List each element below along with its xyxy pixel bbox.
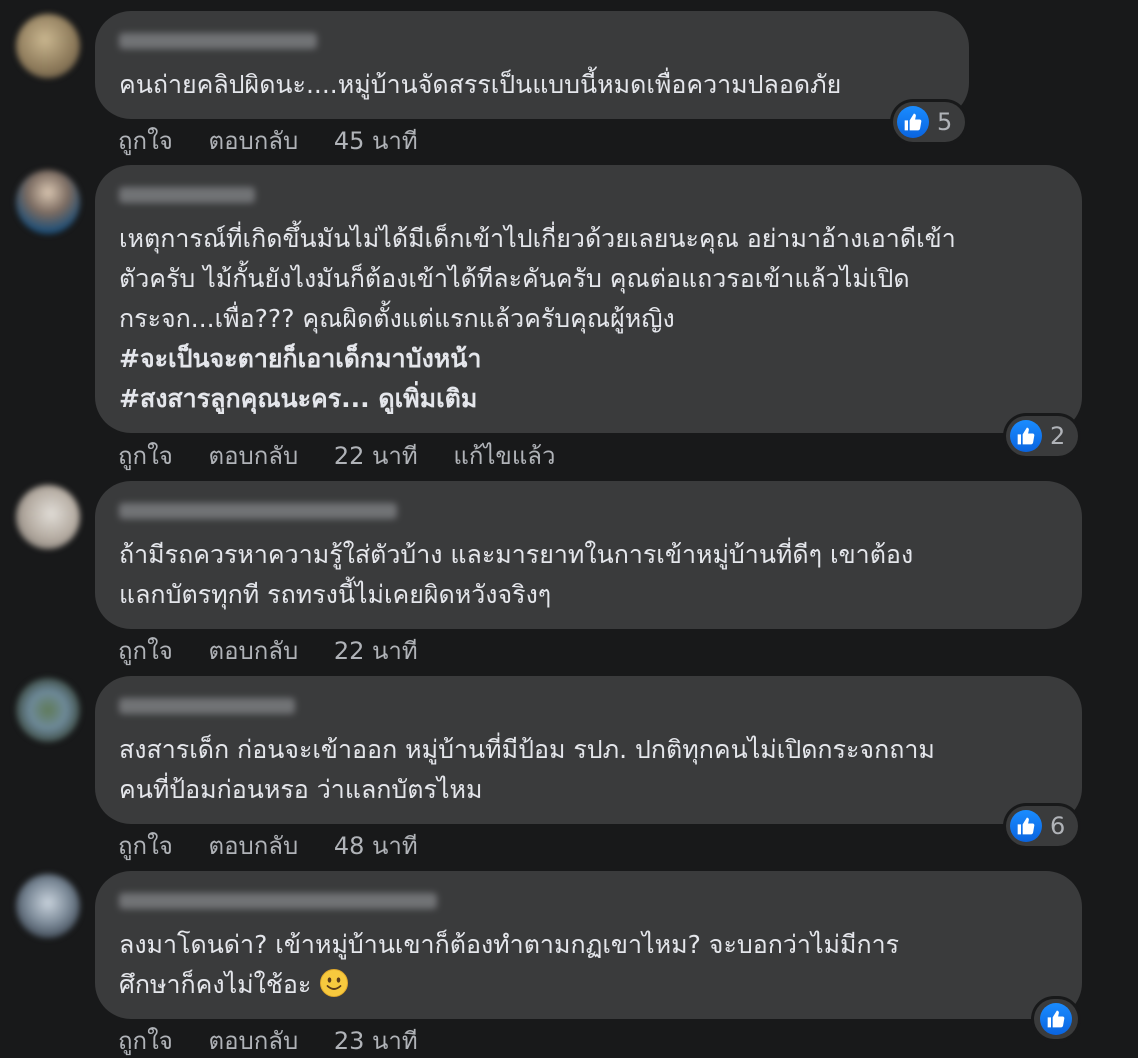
like-reaction-icon bbox=[1010, 420, 1042, 452]
like-button[interactable]: ถูกใจ bbox=[118, 832, 173, 860]
comment-bubble: ลงมาโดนด่า? เข้าหมู่บ้านเขาก็ต้องทำตามกฏ… bbox=[95, 871, 1082, 1019]
comment-text: คนถ่ายคลิปผิดนะ....หมู่บ้านจัดสรรเป็นแบบ… bbox=[119, 70, 842, 99]
comment-text: ตัวครับ ไม้กั้นยังไงมันก็ต้องเข้าได้ทีละ… bbox=[119, 264, 910, 293]
reply-button[interactable]: ตอบกลับ bbox=[208, 1027, 298, 1055]
comment-actions: ถูกใจ ตอบกลับ 48 นาที bbox=[118, 826, 446, 865]
reaction-summary[interactable]: 5 bbox=[893, 102, 965, 142]
edited-label[interactable]: แก้ไขแล้ว bbox=[453, 442, 555, 470]
comment-text: สงสารเด็ก ก่อนจะเข้าออก หมู่บ้านที่มีป้อ… bbox=[119, 735, 935, 764]
commenter-name[interactable] bbox=[119, 33, 317, 49]
hashtag-link[interactable]: #สงสารลูกคุณนะคร... bbox=[119, 384, 370, 413]
comment-text: ถ้ามีรถควรหาความรู้ใส่ตัวบ้าง และมารยาทใ… bbox=[119, 540, 914, 569]
comment-actions: ถูกใจ ตอบกลับ 23 นาที bbox=[118, 1021, 446, 1058]
timestamp[interactable]: 22 นาที bbox=[334, 442, 418, 470]
like-reaction-icon bbox=[1010, 810, 1042, 842]
reply-button[interactable]: ตอบกลับ bbox=[208, 127, 298, 155]
comment-actions: ถูกใจ ตอบกลับ 45 นาที bbox=[118, 121, 446, 160]
comment-bubble: ถ้ามีรถควรหาความรู้ใส่ตัวบ้าง และมารยาทใ… bbox=[95, 481, 1082, 629]
reaction-summary[interactable]: 6 bbox=[1006, 806, 1078, 846]
avatar[interactable] bbox=[16, 170, 80, 234]
comment-actions: ถูกใจ ตอบกลับ 22 นาที bbox=[118, 631, 446, 670]
avatar[interactable] bbox=[16, 874, 80, 938]
comment-feed: คนถ่ายคลิปผิดนะ....หมู่บ้านจัดสรรเป็นแบบ… bbox=[0, 0, 1138, 1058]
hashtag-link[interactable]: #จะเป็นจะตายก็เอาเด็กมาบังหน้า bbox=[119, 339, 1056, 379]
reaction-summary[interactable] bbox=[1034, 999, 1078, 1039]
reaction-count: 5 bbox=[937, 108, 953, 136]
comment-text: แลกบัตรทุกที รถทรงนี้ไม่เคยผิดหวังจริงๆ bbox=[119, 580, 552, 609]
comment-actions: ถูกใจ ตอบกลับ 22 นาที แก้ไขแล้ว bbox=[118, 436, 584, 475]
see-more-link[interactable]: ดูเพิ่มเติม bbox=[378, 384, 477, 413]
timestamp[interactable]: 22 นาที bbox=[334, 637, 418, 665]
like-button[interactable]: ถูกใจ bbox=[118, 1027, 173, 1055]
comment-text: เหตุการณ์ที่เกิดขึ้นมันไม่ได้มีเด็กเข้าไ… bbox=[119, 224, 956, 253]
timestamp[interactable]: 48 นาที bbox=[334, 832, 418, 860]
comment-bubble: คนถ่ายคลิปผิดนะ....หมู่บ้านจัดสรรเป็นแบบ… bbox=[95, 11, 969, 119]
reply-button[interactable]: ตอบกลับ bbox=[208, 637, 298, 665]
reply-button[interactable]: ตอบกลับ bbox=[208, 832, 298, 860]
comment-text: คนที่ป้อมก่อนหรอ ว่าแลกบัตรไหม bbox=[119, 775, 483, 804]
comment-text: ศึกษาก็คงไม่ใช้อะ bbox=[119, 965, 1056, 1005]
commenter-name[interactable] bbox=[119, 187, 255, 203]
commenter-name[interactable] bbox=[119, 503, 397, 519]
comment-bubble: สงสารเด็ก ก่อนจะเข้าออก หมู่บ้านที่มีป้อ… bbox=[95, 676, 1082, 824]
reaction-summary[interactable]: 2 bbox=[1006, 416, 1078, 456]
reply-button[interactable]: ตอบกลับ bbox=[208, 442, 298, 470]
timestamp[interactable]: 45 นาที bbox=[334, 127, 418, 155]
comment-text: กระจก...เพื่อ??? คุณผิดตั้งแต่แรกแล้วครั… bbox=[119, 304, 675, 333]
like-button[interactable]: ถูกใจ bbox=[118, 127, 173, 155]
like-reaction-icon bbox=[1040, 1003, 1072, 1035]
avatar[interactable] bbox=[16, 485, 80, 549]
slightly-smiling-face-icon bbox=[320, 969, 349, 997]
timestamp[interactable]: 23 นาที bbox=[334, 1027, 418, 1055]
commenter-name[interactable] bbox=[119, 698, 295, 714]
like-button[interactable]: ถูกใจ bbox=[118, 637, 173, 665]
like-reaction-icon bbox=[897, 106, 929, 138]
comment-bubble: เหตุการณ์ที่เกิดขึ้นมันไม่ได้มีเด็กเข้าไ… bbox=[95, 165, 1082, 433]
reaction-count: 6 bbox=[1050, 812, 1066, 840]
commenter-name[interactable] bbox=[119, 893, 437, 909]
like-button[interactable]: ถูกใจ bbox=[118, 442, 173, 470]
reaction-count: 2 bbox=[1050, 422, 1066, 450]
avatar[interactable] bbox=[16, 14, 80, 78]
comment-text: ลงมาโดนด่า? เข้าหมู่บ้านเขาก็ต้องทำตามกฏ… bbox=[119, 930, 900, 959]
avatar[interactable] bbox=[16, 678, 80, 742]
